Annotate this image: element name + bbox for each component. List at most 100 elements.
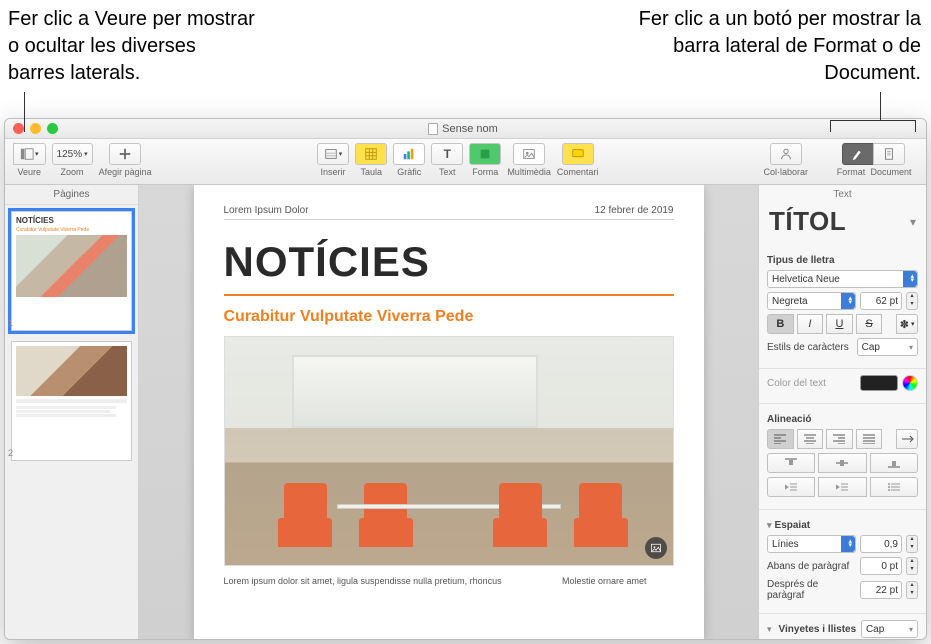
outdent-button[interactable]: [767, 477, 815, 497]
add-page-label: Afegir pàgina: [99, 167, 152, 177]
page-thumbnail[interactable]: 2: [11, 341, 132, 461]
text-color-well[interactable]: [860, 375, 898, 391]
align-left-button[interactable]: [767, 429, 794, 449]
collaborate-button[interactable]: [770, 143, 802, 165]
zoom-label: Zoom: [61, 167, 84, 177]
underline-button[interactable]: U: [826, 314, 853, 334]
inspector-header: Text: [759, 185, 926, 204]
window-title: Sense nom: [58, 123, 868, 135]
document-icon: [428, 123, 438, 135]
body-column-left[interactable]: Lorem ipsum dolor sit amet, ligula suspe…: [224, 576, 543, 586]
page-running-header: Lorem Ipsum Dolor 12 febrer de 2019: [224, 205, 674, 220]
text-direction-button[interactable]: [896, 429, 918, 449]
chart-label: Gràfic: [397, 167, 421, 177]
valign-middle-button[interactable]: [818, 453, 866, 473]
font-size-field[interactable]: 62 pt: [860, 292, 902, 310]
view-label: Veure: [17, 167, 41, 177]
close-window-button[interactable]: [13, 123, 24, 134]
valign-bottom-button[interactable]: [870, 453, 918, 473]
annotation-right: Fer clic a un botó per mostrar la barra …: [631, 6, 921, 87]
space-after-field[interactable]: 22 pt: [860, 581, 902, 599]
font-options-button[interactable]: ✽▾: [896, 314, 918, 334]
collaborate-label: Col·laborar: [763, 167, 808, 177]
hero-image[interactable]: [224, 336, 674, 566]
toolbar: ▾ Veure 125%▾ Zoom Afegir pàgina ▾ Inser…: [5, 139, 926, 185]
bullets-section-label: Vinyetes i llistes: [779, 624, 857, 635]
page-subtitle[interactable]: Curabitur Vulputate Viverra Pede: [224, 308, 674, 326]
document-label: Document: [870, 167, 912, 177]
page-thumbnail[interactable]: 1 NOTÍCIES Curabitur Vulputate Viverra P…: [11, 211, 132, 331]
title-rule: [224, 294, 674, 296]
italic-button[interactable]: I: [797, 314, 824, 334]
format-label: Format: [834, 167, 868, 177]
format-button[interactable]: [842, 143, 874, 165]
text-color-section: Color del text: [759, 375, 926, 404]
minimize-window-button[interactable]: [30, 123, 41, 134]
disclosure-triangle-icon[interactable]: ▾: [767, 624, 772, 635]
color-picker-icon[interactable]: [902, 375, 918, 391]
align-justify-button[interactable]: [856, 429, 883, 449]
image-options-icon[interactable]: [645, 537, 667, 559]
view-button[interactable]: ▾: [13, 143, 46, 165]
media-button[interactable]: [513, 143, 545, 165]
alignment-section-label: Alineació: [767, 414, 918, 425]
body-column-right[interactable]: Molestie ornare amet: [562, 576, 673, 586]
font-family-select[interactable]: Helvetica Neue▴▾: [767, 270, 918, 288]
page-thumbnails: 1 NOTÍCIES Curabitur Vulputate Viverra P…: [5, 205, 138, 639]
space-before-stepper[interactable]: ▴▾: [906, 557, 918, 575]
running-header-left[interactable]: Lorem Ipsum Dolor: [224, 205, 309, 216]
indent-button[interactable]: [818, 477, 866, 497]
body-columns[interactable]: Lorem ipsum dolor sit amet, ligula suspe…: [224, 576, 674, 586]
char-styles-select[interactable]: Cap▾: [857, 338, 918, 356]
app-window: Sense nom ▾ Veure 125%▾ Zoom Afegir pàgi…: [4, 118, 927, 640]
bullets-section: ▾ Vinyetes i llistes Cap▾ Sense vinyetes…: [759, 620, 926, 639]
comment-button[interactable]: [562, 143, 594, 165]
table-button[interactable]: [355, 143, 387, 165]
comment-label: Comentari: [557, 167, 599, 177]
format-inspector: Text TÍTOL ▾ Estil Disposició Més Tipus …: [758, 185, 926, 639]
main-body: Pàgines 1 NOTÍCIES Curabitur Vulputate V…: [5, 185, 926, 639]
pages-sidebar-header: Pàgines: [5, 185, 138, 205]
space-before-field[interactable]: 0 pt: [860, 557, 902, 575]
bullets-style-select[interactable]: Cap▾: [861, 620, 918, 638]
annotation-left: Fer clic a Veure per mostrar o ocultar l…: [8, 6, 258, 87]
space-after-stepper[interactable]: ▴▾: [906, 581, 918, 599]
chart-button[interactable]: [393, 143, 425, 165]
paragraph-style-name: TÍTOL: [769, 206, 846, 237]
char-styles-label: Estils de caràcters: [767, 342, 853, 353]
add-page-button[interactable]: [109, 143, 141, 165]
valign-top-button[interactable]: [767, 453, 815, 473]
strikethrough-button[interactable]: S: [856, 314, 883, 334]
paragraph-style-picker[interactable]: TÍTOL ▾: [759, 204, 926, 243]
help-annotations: Fer clic a Veure per mostrar o ocultar l…: [0, 0, 931, 115]
media-label: Multimèdia: [507, 167, 551, 177]
document-canvas[interactable]: Lorem Ipsum Dolor 12 febrer de 2019 NOTÍ…: [139, 185, 758, 639]
document-button[interactable]: [873, 143, 905, 165]
table-label: Taula: [361, 167, 383, 177]
text-button[interactable]: T: [431, 143, 463, 165]
gear-icon: ✽: [900, 318, 909, 331]
line-spacing-mode-select[interactable]: Línies▴▾: [767, 535, 856, 553]
document-page: Lorem Ipsum Dolor 12 febrer de 2019 NOTÍ…: [194, 185, 704, 639]
space-before-label: Abans de paràgraf: [767, 561, 856, 572]
font-section-label: Tipus de lletra: [767, 255, 918, 266]
bold-button[interactable]: B: [767, 314, 794, 334]
font-weight-select[interactable]: Negreta▴▾: [767, 292, 856, 310]
zoom-window-button[interactable]: [47, 123, 58, 134]
insert-button[interactable]: ▾: [317, 143, 350, 165]
align-center-button[interactable]: [797, 429, 824, 449]
chevron-down-icon: ▾: [910, 215, 916, 229]
line-spacing-stepper[interactable]: ▴▾: [906, 535, 918, 553]
disclosure-triangle-icon[interactable]: ▾: [767, 520, 772, 530]
list-indent-button[interactable]: [870, 477, 918, 497]
pages-sidebar: Pàgines 1 NOTÍCIES Curabitur Vulputate V…: [5, 185, 139, 639]
shape-button[interactable]: [469, 143, 501, 165]
line-spacing-field[interactable]: 0,9: [860, 535, 902, 553]
titlebar: Sense nom: [5, 119, 926, 139]
align-right-button[interactable]: [826, 429, 853, 449]
zoom-selector[interactable]: 125%▾: [52, 143, 93, 165]
font-size-stepper[interactable]: ▴▾: [906, 292, 918, 310]
insert-label: Inserir: [321, 167, 346, 177]
page-title[interactable]: NOTÍCIES: [224, 238, 674, 286]
running-header-right[interactable]: 12 febrer de 2019: [595, 205, 674, 216]
